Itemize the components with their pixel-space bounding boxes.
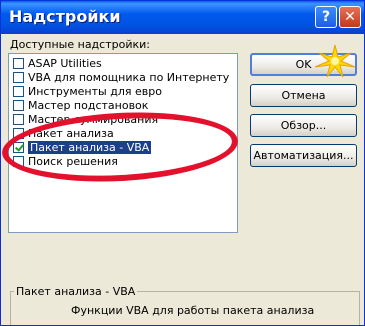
addin-label: Инструменты для евро xyxy=(28,84,162,98)
browse-button[interactable]: Обзор... xyxy=(250,114,357,137)
checkbox[interactable] xyxy=(13,113,24,125)
checkbox[interactable] xyxy=(13,57,24,69)
addin-label: VBA для помощника по Интернету xyxy=(28,70,230,84)
available-addins-label: Доступные надстройки: xyxy=(10,38,150,51)
addins-dialog: Надстройки ? ✕ Доступные надстройки: ASA… xyxy=(0,0,365,326)
window-title: Надстройки xyxy=(9,7,121,26)
close-button[interactable]: ✕ xyxy=(339,6,361,28)
list-item[interactable]: ASAP Utilities xyxy=(13,56,102,70)
help-button[interactable]: ? xyxy=(315,6,337,28)
checkbox[interactable] xyxy=(13,85,24,97)
addin-label: Мастер подстановок xyxy=(28,98,149,112)
checkbox[interactable] xyxy=(13,71,24,83)
list-item[interactable]: Инструменты для евро xyxy=(13,84,162,98)
list-item[interactable]: Мастер подстановок xyxy=(13,98,148,112)
list-item[interactable]: VBA для помощника по Интернету xyxy=(13,70,229,84)
sparkle-icon xyxy=(314,44,356,78)
addin-label: ASAP Utilities xyxy=(28,56,102,70)
details-title: Пакет анализа - VBA xyxy=(14,285,138,298)
title-bar: Надстройки ? ✕ xyxy=(1,1,364,34)
automation-button[interactable]: Автоматизация... xyxy=(250,144,357,167)
checkbox[interactable] xyxy=(13,99,24,111)
cancel-button[interactable]: Отмена xyxy=(250,84,357,107)
details-description: Функции VBA для работы пакета анализа xyxy=(71,304,315,317)
